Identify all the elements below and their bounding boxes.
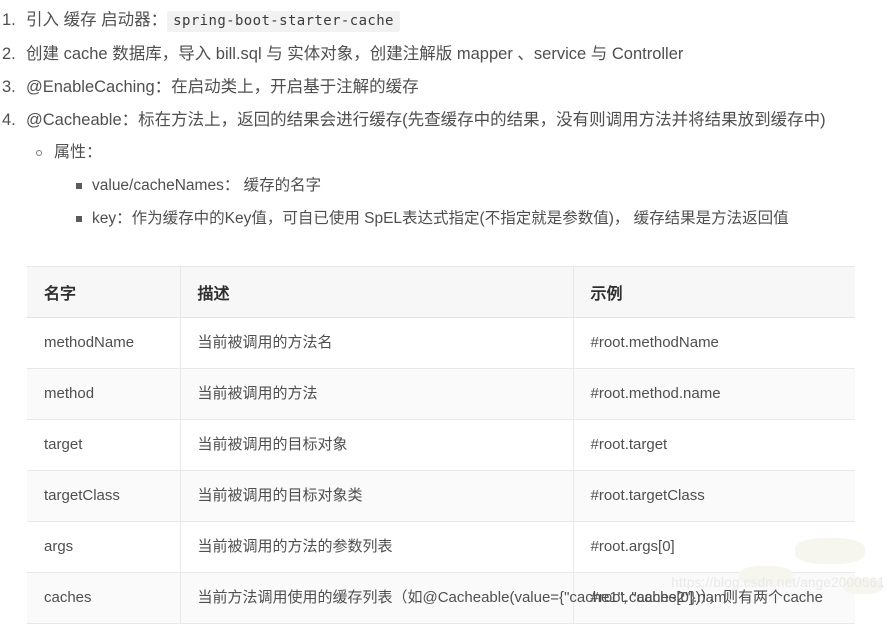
table-body: methodName 当前被调用的方法名 #root.methodName me… [27, 317, 855, 624]
cell-example: #root.method.name [573, 368, 855, 420]
cell-name: targetClass [27, 470, 181, 522]
sublist-item-attributes-label: 属性： [54, 144, 103, 161]
cell-example: #root.targetClass [573, 470, 855, 522]
cell-name: methodName [27, 317, 181, 369]
square-bullet-icon [76, 183, 82, 189]
table-row: methodName 当前被调用的方法名 #root.methodName [27, 317, 855, 369]
attribute-item-value-cachenames: value/cacheNames： 缓存的名字 [0, 169, 893, 202]
cell-name: args [27, 521, 181, 573]
table-row: targetClass 当前被调用的目标对象类 #root.targetClas… [27, 470, 855, 522]
cell-name: caches [27, 572, 181, 624]
cell-example: #root.target [573, 419, 855, 471]
cell-example: #root.caches[0].nam [573, 572, 855, 624]
cell-description: 当前被调用的目标对象类 [180, 470, 574, 522]
attribute-details-list: value/cacheNames： 缓存的名字 key：作为缓存中的Key值，可… [0, 169, 893, 235]
sublist-item-attributes: 属性： [0, 137, 893, 169]
attribute-item-value-cachenames-label: value/cacheNames： 缓存的名字 [92, 177, 322, 194]
cell-description: 当前被调用的方法的参数列表 [180, 521, 574, 573]
cell-name: target [27, 419, 181, 471]
table-header-row: 名字 描述 示例 [27, 266, 855, 318]
cell-description: 当前被调用的目标对象 [180, 419, 574, 471]
list-marker-3: 3. [2, 78, 16, 96]
table-row: caches 当前方法调用使用的缓存列表（如@Cacheable(value={… [27, 572, 855, 624]
cell-example: #root.args[0] [573, 521, 855, 573]
cell-example: #root.methodName [573, 317, 855, 369]
root-properties-table: 名字 描述 示例 methodName 当前被调用的方法名 #root.meth… [27, 266, 855, 624]
square-bullet-icon [76, 216, 82, 222]
list-item-4-text: @Cacheable：标在方法上，返回的结果会进行缓存(先查缓存中的结果，没有则… [26, 111, 826, 129]
inline-code-starter-cache: spring-boot-starter-cache [167, 11, 400, 32]
cell-description: 当前被调用的方法 [180, 368, 574, 420]
document-page: 1. 引入 缓存 启动器： spring-boot-starter-cache 2.… [0, 4, 893, 624]
attribute-item-key: key：作为缓存中的Key值，可自已使用 SpEL表达式指定(不指定就是参数值)… [0, 202, 893, 235]
table-row: args 当前被调用的方法的参数列表 #root.args[0] [27, 521, 855, 573]
cell-name: method [27, 368, 181, 420]
cell-description: 当前被调用的方法名 [180, 317, 574, 369]
circle-bullet-icon [36, 150, 42, 156]
list-item-1-text: 引入 缓存 启动器： [26, 11, 168, 29]
list-item-3: 3. @EnableCaching：在启动类上，开启基于注解的缓存 [0, 71, 893, 104]
attributes-sublist: 属性： [0, 137, 893, 169]
list-marker-1: 1. [2, 11, 16, 29]
table-head: 名字 描述 示例 [27, 266, 855, 318]
table-row: target 当前被调用的目标对象 #root.target [27, 419, 855, 471]
table-row: method 当前被调用的方法 #root.method.name [27, 368, 855, 420]
list-marker-4: 4. [2, 111, 16, 129]
table-header-description: 描述 [180, 266, 574, 318]
attribute-item-key-label: key：作为缓存中的Key值，可自已使用 SpEL表达式指定(不指定就是参数值)… [92, 210, 789, 227]
steps-list: 1. 引入 缓存 启动器： spring-boot-starter-cache 2.… [0, 4, 893, 137]
list-item-4: 4. @Cacheable：标在方法上，返回的结果会进行缓存(先查缓存中的结果，没… [0, 104, 893, 137]
list-item-2: 2. 创建 cache 数据库，导入 bill.sql 与 实体对象，创建注解版 … [0, 38, 893, 71]
list-item-1: 1. 引入 缓存 启动器： spring-boot-starter-cache [0, 4, 893, 38]
list-item-3-text: @EnableCaching：在启动类上，开启基于注解的缓存 [26, 78, 419, 96]
table-header-name: 名字 [27, 266, 181, 318]
cell-description: 当前方法调用使用的缓存列表（如@Cacheable(value={"cache1… [180, 572, 823, 624]
root-properties-table-wrapper: 名字 描述 示例 methodName 当前被调用的方法名 #root.meth… [27, 266, 855, 624]
list-marker-2: 2. [2, 45, 16, 63]
table-header-example: 示例 [573, 266, 855, 318]
list-item-2-text: 创建 cache 数据库，导入 bill.sql 与 实体对象，创建注解版 ma… [26, 45, 684, 63]
